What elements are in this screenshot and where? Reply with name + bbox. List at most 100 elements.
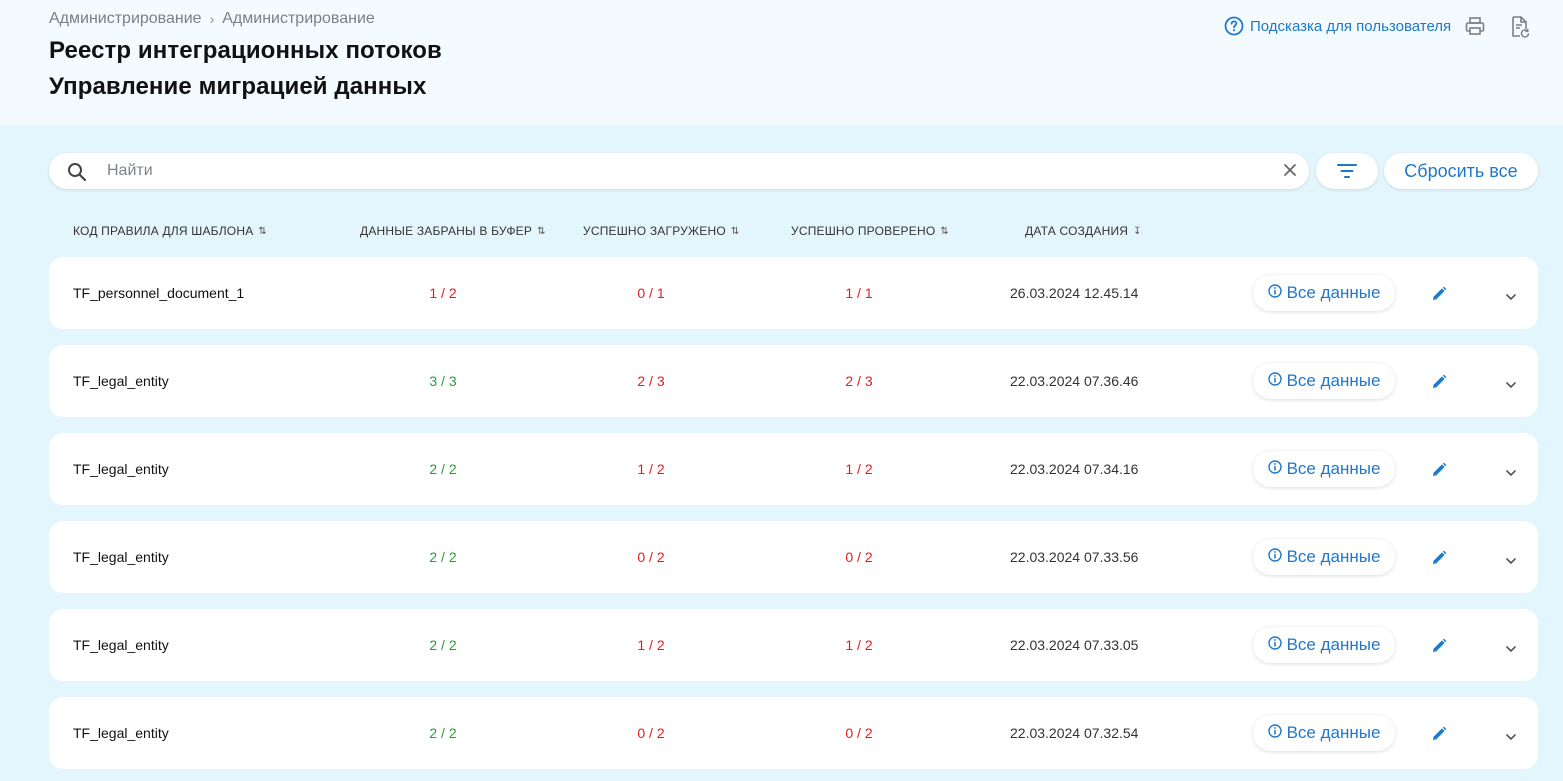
chevron-down-icon[interactable] bbox=[1505, 376, 1517, 394]
info-icon bbox=[1267, 635, 1287, 655]
breadcrumb-item[interactable]: Администрирование bbox=[49, 10, 202, 28]
loaded-value: 0 / 2 bbox=[637, 725, 665, 741]
rule-code: TF_legal_entity bbox=[73, 637, 169, 653]
page-header: Администрирование › Администрирование Ре… bbox=[0, 0, 1563, 125]
column-header-label: УСПЕШНО ПРОВЕРЕНО bbox=[791, 224, 936, 238]
info-icon bbox=[1267, 459, 1287, 479]
search-bar bbox=[49, 153, 1309, 189]
document-refresh-icon[interactable] bbox=[1509, 15, 1531, 44]
page-subtitle: Управление миграцией данных bbox=[49, 73, 427, 100]
all-data-label: Все данные bbox=[1286, 635, 1381, 654]
all-data-button[interactable]: Все данные bbox=[1253, 715, 1395, 751]
rule-code: TF_legal_entity bbox=[73, 373, 169, 389]
checked-value: 1 / 2 bbox=[845, 461, 873, 477]
chevron-down-icon[interactable] bbox=[1505, 464, 1517, 482]
edit-icon[interactable] bbox=[1430, 637, 1448, 660]
breadcrumb-separator-icon: › bbox=[209, 11, 215, 27]
checked-value: 1 / 1 bbox=[845, 285, 873, 301]
checked-value: 0 / 2 bbox=[845, 725, 873, 741]
created-date: 22.03.2024 07.33.56 bbox=[1010, 549, 1139, 565]
edit-icon[interactable] bbox=[1430, 461, 1448, 484]
all-data-label: Все данные bbox=[1286, 459, 1381, 478]
buffer-value: 2 / 2 bbox=[429, 725, 457, 741]
sort-icon: ⇅ bbox=[537, 225, 546, 237]
buffer-value: 2 / 2 bbox=[429, 461, 457, 477]
reset-all-button[interactable]: Сбросить все bbox=[1384, 153, 1538, 189]
checked-value: 1 / 2 bbox=[845, 637, 873, 653]
all-data-button[interactable]: Все данные bbox=[1253, 275, 1395, 311]
created-date: 22.03.2024 07.34.16 bbox=[1010, 461, 1139, 477]
buffer-value: 3 / 3 bbox=[429, 373, 457, 389]
filter-button[interactable] bbox=[1316, 153, 1378, 189]
sort-icon: ⇅ bbox=[258, 225, 268, 237]
created-date: 22.03.2024 07.36.46 bbox=[1010, 373, 1139, 389]
created-date: 22.03.2024 07.33.05 bbox=[1010, 637, 1139, 653]
created-date: 26.03.2024 12.45.14 bbox=[1010, 285, 1139, 301]
breadcrumb: Администрирование › Администрирование bbox=[49, 10, 375, 28]
all-data-button[interactable]: Все данные bbox=[1253, 627, 1395, 663]
filter-icon bbox=[1337, 164, 1357, 178]
rule-code: TF_legal_entity bbox=[73, 549, 169, 565]
chevron-down-icon[interactable] bbox=[1505, 552, 1517, 570]
loaded-value: 1 / 2 bbox=[637, 637, 665, 653]
search-input[interactable] bbox=[107, 159, 1267, 183]
edit-icon[interactable] bbox=[1430, 549, 1448, 572]
loaded-value: 1 / 2 bbox=[637, 461, 665, 477]
loaded-value: 0 / 1 bbox=[637, 285, 665, 301]
info-icon bbox=[1267, 371, 1287, 391]
column-header-label: КОД ПРАВИЛА ДЛЯ ШАБЛОНА bbox=[73, 224, 254, 238]
buffer-value: 2 / 2 bbox=[429, 549, 457, 565]
info-icon bbox=[1267, 723, 1287, 743]
rule-code: TF_legal_entity bbox=[73, 461, 169, 477]
all-data-button[interactable]: Все данные bbox=[1253, 539, 1395, 575]
search-icon bbox=[68, 163, 87, 182]
edit-icon[interactable] bbox=[1430, 373, 1448, 396]
table-row[interactable]: TF_legal_entity 3 / 3 2 / 3 2 / 3 22.03.2024… bbox=[49, 345, 1538, 417]
column-header-checked[interactable]: УСПЕШНО ПРОВЕРЕНО ⇅ bbox=[791, 224, 949, 238]
print-icon[interactable] bbox=[1464, 15, 1486, 42]
all-data-label: Все данные bbox=[1286, 547, 1381, 566]
created-date: 22.03.2024 07.32.54 bbox=[1010, 725, 1139, 741]
table-row[interactable]: TF_legal_entity 2 / 2 0 / 2 0 / 2 22.03.2024… bbox=[49, 521, 1538, 593]
chevron-down-icon[interactable] bbox=[1505, 288, 1517, 306]
breadcrumb-item[interactable]: Администрирование bbox=[222, 10, 375, 28]
table-row[interactable]: TF_personnel_document_1 1 / 2 0 / 1 1 / 1 26… bbox=[49, 257, 1538, 329]
buffer-value: 1 / 2 bbox=[429, 285, 457, 301]
column-header-label: ДАТА СОЗДАНИЯ bbox=[1025, 224, 1129, 238]
loaded-value: 0 / 2 bbox=[637, 549, 665, 565]
table-row[interactable]: TF_legal_entity 2 / 2 0 / 2 0 / 2 22.03.2024… bbox=[49, 697, 1538, 769]
chevron-down-icon[interactable] bbox=[1505, 640, 1517, 658]
column-header-label: ДАННЫЕ ЗАБРАНЫ В БУФЕР bbox=[360, 224, 533, 238]
sort-date-icon: ↧ bbox=[1133, 225, 1142, 237]
user-hint-label: Подсказка для пользователя bbox=[1250, 17, 1452, 35]
all-data-label: Все данные bbox=[1286, 723, 1381, 742]
info-icon bbox=[1267, 283, 1287, 303]
column-header-loaded[interactable]: УСПЕШНО ЗАГРУЖЕНО ⇅ bbox=[583, 224, 739, 238]
column-header-label: УСПЕШНО ЗАГРУЖЕНО bbox=[583, 224, 726, 238]
sort-icon: ⇅ bbox=[940, 225, 949, 237]
info-icon bbox=[1267, 547, 1287, 567]
edit-icon[interactable] bbox=[1430, 725, 1448, 748]
user-hint-link[interactable]: Подсказка для пользователя bbox=[1224, 16, 1451, 36]
close-icon[interactable] bbox=[1283, 163, 1297, 177]
checked-value: 0 / 2 bbox=[845, 549, 873, 565]
rule-code: TF_personnel_document_1 bbox=[73, 285, 245, 301]
loaded-value: 2 / 3 bbox=[637, 373, 665, 389]
table-row[interactable]: TF_legal_entity 2 / 2 1 / 2 1 / 2 22.03.2024… bbox=[49, 433, 1538, 505]
checked-value: 2 / 3 bbox=[845, 373, 873, 389]
page-title: Реестр интеграционных потоков bbox=[49, 37, 442, 64]
all-data-button[interactable]: Все данные bbox=[1253, 363, 1395, 399]
all-data-button[interactable]: Все данные bbox=[1253, 451, 1395, 487]
column-header-rule-code[interactable]: КОД ПРАВИЛА ДЛЯ ШАБЛОНА ⇅ bbox=[73, 224, 267, 238]
all-data-label: Все данные bbox=[1286, 371, 1381, 390]
buffer-value: 2 / 2 bbox=[429, 637, 457, 653]
column-header-buffer[interactable]: ДАННЫЕ ЗАБРАНЫ В БУФЕР ⇅ bbox=[360, 224, 546, 238]
chevron-down-icon[interactable] bbox=[1505, 728, 1517, 746]
edit-icon[interactable] bbox=[1430, 285, 1448, 308]
all-data-label: Все данные bbox=[1286, 283, 1381, 302]
sort-icon: ⇅ bbox=[730, 225, 740, 237]
column-header-created[interactable]: ДАТА СОЗДАНИЯ ↧ bbox=[1025, 224, 1142, 238]
help-circle-icon bbox=[1224, 16, 1244, 36]
rule-code: TF_legal_entity bbox=[73, 725, 169, 741]
table-row[interactable]: TF_legal_entity 2 / 2 1 / 2 1 / 2 22.03.2024… bbox=[49, 609, 1538, 681]
